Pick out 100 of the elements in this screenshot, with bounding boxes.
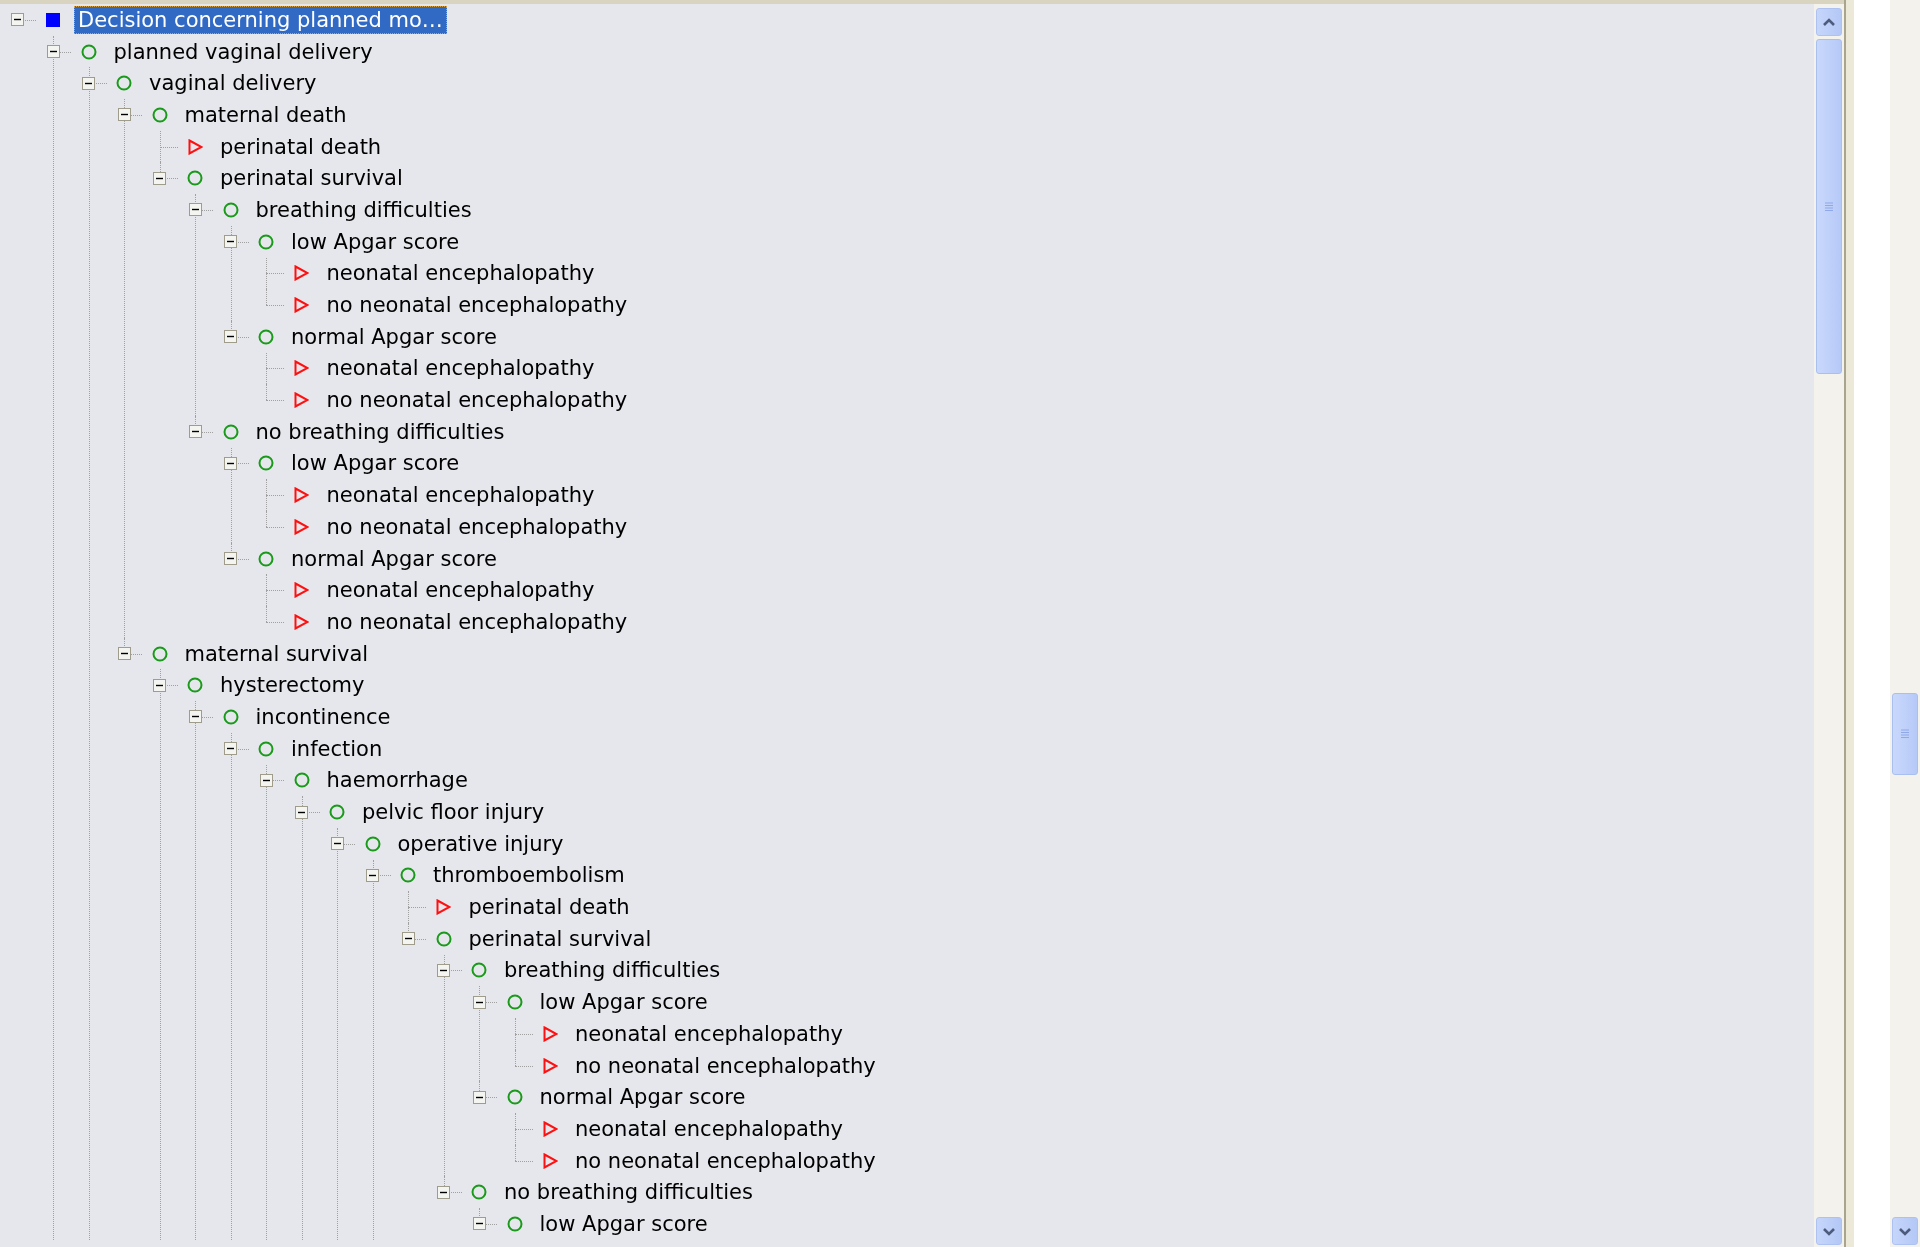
collapse-button[interactable] [295,805,309,819]
node-label[interactable]: normal Apgar score [287,544,501,573]
circle-icon [435,930,452,947]
node-label[interactable]: perinatal survival [464,924,656,953]
circle-icon [506,1215,523,1232]
node-label[interactable]: neonatal encephalopathy [322,576,599,605]
collapse-button[interactable] [117,108,131,122]
node-label[interactable]: no breathing difficulties [500,1178,757,1207]
collapse-button[interactable] [188,203,202,217]
node-label[interactable]: planned vaginal delivery [109,37,377,66]
collapse-button[interactable] [366,868,380,882]
circle-icon [187,170,204,187]
circle-icon [258,233,275,250]
node-label[interactable]: breathing difficulties [251,195,476,224]
node-label[interactable]: perinatal survival [216,164,407,193]
triangle-icon [294,487,310,504]
circle-icon [151,106,168,123]
node-label[interactable]: no neonatal encephalopathy [322,386,632,415]
triangle-icon [542,1057,558,1074]
circle-icon [222,708,239,725]
collapse-button[interactable] [401,932,415,946]
collapse-button[interactable] [224,330,238,344]
node-label[interactable]: maternal survival [180,639,373,668]
circle-icon [364,835,381,852]
node-label[interactable]: no neonatal encephalopathy [322,512,632,541]
triangle-icon [294,518,310,535]
circle-icon [400,867,417,884]
triangle-icon [294,360,310,377]
triangle-icon [542,1025,558,1042]
circle-icon [471,1184,488,1201]
collapse-button[interactable] [153,678,167,692]
node-label[interactable]: no neonatal encephalopathy [571,1051,880,1080]
node-label[interactable]: perinatal death [464,893,634,922]
node-label[interactable]: Decision concerning planned mo… [74,5,447,34]
collapse-button[interactable] [224,742,238,756]
node-label[interactable]: vaginal delivery [145,69,321,98]
collapse-button[interactable] [330,837,344,851]
node-label[interactable]: normal Apgar score [287,322,501,351]
circle-icon [506,994,523,1011]
circle-icon [471,962,488,979]
collapse-button[interactable] [117,647,131,661]
node-label[interactable]: normal Apgar score [535,1083,750,1112]
node-label[interactable]: low Apgar score [287,227,464,256]
node-label[interactable]: hysterectomy [216,671,369,700]
node-label[interactable]: perinatal death [216,132,386,161]
circle-icon [293,772,310,789]
node-label[interactable]: infection [287,734,387,763]
grip-icon [1824,201,1834,212]
collapse-button[interactable] [472,1090,486,1104]
node-label[interactable]: no neonatal encephalopathy [322,607,632,636]
node-label[interactable]: low Apgar score [287,449,464,478]
scroll-up-button[interactable] [1816,8,1842,36]
collapse-button[interactable] [82,76,96,90]
collapse-button[interactable] [259,773,273,787]
triangle-icon [294,392,310,409]
node-label[interactable]: pelvic floor injury [358,798,549,827]
node-label[interactable]: operative injury [393,829,568,858]
collapse-button[interactable] [188,425,202,439]
node-label[interactable]: neonatal encephalopathy [571,1019,847,1048]
node-label[interactable]: no neonatal encephalopathy [322,291,632,320]
scrollbar-thumb[interactable] [1816,39,1842,374]
node-label[interactable]: thromboembolism [429,861,629,890]
triangle-icon [294,297,310,314]
scroll-down-button[interactable] [1816,1217,1842,1245]
circle-icon [329,804,346,821]
collapse-button[interactable] [11,13,25,27]
triangle-icon [542,1120,558,1137]
collapse-button[interactable] [46,45,60,59]
collapse-button[interactable] [472,995,486,1009]
collapse-button[interactable] [224,456,238,470]
collapse-button[interactable] [437,1185,451,1199]
scroll-down-button[interactable] [1892,1217,1918,1245]
collapse-button[interactable] [153,171,167,185]
node-label[interactable]: maternal death [180,100,351,129]
circle-icon [222,423,239,440]
node-label[interactable]: low Apgar score [535,988,712,1017]
circle-icon [258,455,275,472]
node-label[interactable]: low Apgar score [535,1209,712,1238]
node-label[interactable]: breathing difficulties [500,956,725,985]
node-label[interactable]: neonatal encephalopathy [322,354,599,383]
triangle-icon [436,899,452,916]
node-label[interactable]: neonatal encephalopathy [322,481,599,510]
collapse-button[interactable] [437,963,451,977]
node-label[interactable]: haemorrhage [322,766,472,795]
node-label[interactable]: neonatal encephalopathy [322,259,599,288]
collapse-button[interactable] [188,710,202,724]
collapse-button[interactable] [224,235,238,249]
triangle-icon [542,1152,558,1169]
circle-icon [258,740,275,757]
node-label[interactable]: no breathing difficulties [251,417,509,446]
node-label[interactable]: neonatal encephalopathy [571,1114,847,1143]
triangle-icon [294,265,310,282]
circle-icon [258,328,275,345]
collapse-button[interactable] [224,552,238,566]
collapse-button[interactable] [472,1217,486,1231]
circle-icon [80,43,97,60]
circle-icon [222,201,239,218]
scrollbar-thumb[interactable] [1892,693,1918,775]
node-label[interactable]: no neonatal encephalopathy [571,1146,880,1175]
node-label[interactable]: incontinence [251,702,395,731]
